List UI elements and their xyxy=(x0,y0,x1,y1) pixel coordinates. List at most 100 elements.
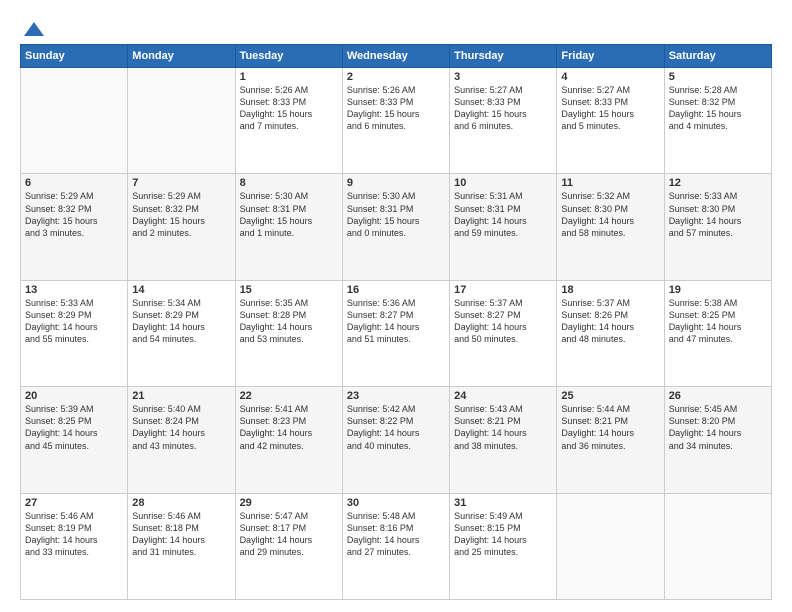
calendar-cell xyxy=(557,493,664,599)
day-number: 20 xyxy=(25,390,123,402)
calendar-body: 1Sunrise: 5:26 AM Sunset: 8:33 PM Daylig… xyxy=(21,68,772,600)
day-number: 29 xyxy=(240,497,338,509)
calendar-cell: 28Sunrise: 5:46 AM Sunset: 8:18 PM Dayli… xyxy=(128,493,235,599)
calendar-cell: 21Sunrise: 5:40 AM Sunset: 8:24 PM Dayli… xyxy=(128,387,235,493)
calendar-cell: 12Sunrise: 5:33 AM Sunset: 8:30 PM Dayli… xyxy=(664,174,771,280)
calendar-cell: 3Sunrise: 5:27 AM Sunset: 8:33 PM Daylig… xyxy=(450,68,557,174)
day-number: 18 xyxy=(561,284,659,296)
day-info: Sunrise: 5:27 AM Sunset: 8:33 PM Dayligh… xyxy=(561,84,659,133)
calendar-week-4: 20Sunrise: 5:39 AM Sunset: 8:25 PM Dayli… xyxy=(21,387,772,493)
calendar-cell: 8Sunrise: 5:30 AM Sunset: 8:31 PM Daylig… xyxy=(235,174,342,280)
day-number: 1 xyxy=(240,71,338,83)
day-info: Sunrise: 5:36 AM Sunset: 8:27 PM Dayligh… xyxy=(347,297,445,346)
calendar-week-5: 27Sunrise: 5:46 AM Sunset: 8:19 PM Dayli… xyxy=(21,493,772,599)
calendar-header: SundayMondayTuesdayWednesdayThursdayFrid… xyxy=(21,45,772,68)
calendar-cell: 20Sunrise: 5:39 AM Sunset: 8:25 PM Dayli… xyxy=(21,387,128,493)
day-info: Sunrise: 5:47 AM Sunset: 8:17 PM Dayligh… xyxy=(240,510,338,559)
day-info: Sunrise: 5:33 AM Sunset: 8:29 PM Dayligh… xyxy=(25,297,123,346)
day-number: 17 xyxy=(454,284,552,296)
calendar-cell: 19Sunrise: 5:38 AM Sunset: 8:25 PM Dayli… xyxy=(664,280,771,386)
calendar-cell: 7Sunrise: 5:29 AM Sunset: 8:32 PM Daylig… xyxy=(128,174,235,280)
weekday-header-wednesday: Wednesday xyxy=(342,45,449,68)
day-info: Sunrise: 5:46 AM Sunset: 8:19 PM Dayligh… xyxy=(25,510,123,559)
day-number: 13 xyxy=(25,284,123,296)
logo-blue-icon xyxy=(22,20,44,38)
day-number: 31 xyxy=(454,497,552,509)
calendar-cell: 10Sunrise: 5:31 AM Sunset: 8:31 PM Dayli… xyxy=(450,174,557,280)
logo xyxy=(20,18,44,34)
day-info: Sunrise: 5:49 AM Sunset: 8:15 PM Dayligh… xyxy=(454,510,552,559)
calendar-cell xyxy=(21,68,128,174)
day-info: Sunrise: 5:26 AM Sunset: 8:33 PM Dayligh… xyxy=(347,84,445,133)
day-number: 8 xyxy=(240,177,338,189)
day-info: Sunrise: 5:45 AM Sunset: 8:20 PM Dayligh… xyxy=(669,403,767,452)
day-info: Sunrise: 5:38 AM Sunset: 8:25 PM Dayligh… xyxy=(669,297,767,346)
day-info: Sunrise: 5:43 AM Sunset: 8:21 PM Dayligh… xyxy=(454,403,552,452)
calendar-week-3: 13Sunrise: 5:33 AM Sunset: 8:29 PM Dayli… xyxy=(21,280,772,386)
weekday-header-sunday: Sunday xyxy=(21,45,128,68)
day-info: Sunrise: 5:40 AM Sunset: 8:24 PM Dayligh… xyxy=(132,403,230,452)
day-number: 10 xyxy=(454,177,552,189)
day-info: Sunrise: 5:44 AM Sunset: 8:21 PM Dayligh… xyxy=(561,403,659,452)
day-number: 11 xyxy=(561,177,659,189)
calendar-cell: 26Sunrise: 5:45 AM Sunset: 8:20 PM Dayli… xyxy=(664,387,771,493)
day-number: 4 xyxy=(561,71,659,83)
day-number: 19 xyxy=(669,284,767,296)
calendar-cell: 24Sunrise: 5:43 AM Sunset: 8:21 PM Dayli… xyxy=(450,387,557,493)
weekday-header-row: SundayMondayTuesdayWednesdayThursdayFrid… xyxy=(21,45,772,68)
day-info: Sunrise: 5:27 AM Sunset: 8:33 PM Dayligh… xyxy=(454,84,552,133)
calendar-cell: 30Sunrise: 5:48 AM Sunset: 8:16 PM Dayli… xyxy=(342,493,449,599)
day-number: 24 xyxy=(454,390,552,402)
day-info: Sunrise: 5:41 AM Sunset: 8:23 PM Dayligh… xyxy=(240,403,338,452)
calendar-week-1: 1Sunrise: 5:26 AM Sunset: 8:33 PM Daylig… xyxy=(21,68,772,174)
day-number: 6 xyxy=(25,177,123,189)
day-info: Sunrise: 5:33 AM Sunset: 8:30 PM Dayligh… xyxy=(669,190,767,239)
calendar-cell: 18Sunrise: 5:37 AM Sunset: 8:26 PM Dayli… xyxy=(557,280,664,386)
day-info: Sunrise: 5:29 AM Sunset: 8:32 PM Dayligh… xyxy=(132,190,230,239)
calendar-cell: 16Sunrise: 5:36 AM Sunset: 8:27 PM Dayli… xyxy=(342,280,449,386)
day-info: Sunrise: 5:42 AM Sunset: 8:22 PM Dayligh… xyxy=(347,403,445,452)
weekday-header-saturday: Saturday xyxy=(664,45,771,68)
day-info: Sunrise: 5:37 AM Sunset: 8:26 PM Dayligh… xyxy=(561,297,659,346)
calendar-cell: 17Sunrise: 5:37 AM Sunset: 8:27 PM Dayli… xyxy=(450,280,557,386)
day-number: 3 xyxy=(454,71,552,83)
header xyxy=(20,18,772,34)
weekday-header-tuesday: Tuesday xyxy=(235,45,342,68)
calendar-cell: 14Sunrise: 5:34 AM Sunset: 8:29 PM Dayli… xyxy=(128,280,235,386)
day-number: 21 xyxy=(132,390,230,402)
calendar-cell: 22Sunrise: 5:41 AM Sunset: 8:23 PM Dayli… xyxy=(235,387,342,493)
day-info: Sunrise: 5:29 AM Sunset: 8:32 PM Dayligh… xyxy=(25,190,123,239)
calendar-cell: 5Sunrise: 5:28 AM Sunset: 8:32 PM Daylig… xyxy=(664,68,771,174)
day-number: 27 xyxy=(25,497,123,509)
calendar-cell: 11Sunrise: 5:32 AM Sunset: 8:30 PM Dayli… xyxy=(557,174,664,280)
day-info: Sunrise: 5:35 AM Sunset: 8:28 PM Dayligh… xyxy=(240,297,338,346)
calendar-cell: 6Sunrise: 5:29 AM Sunset: 8:32 PM Daylig… xyxy=(21,174,128,280)
calendar-cell: 2Sunrise: 5:26 AM Sunset: 8:33 PM Daylig… xyxy=(342,68,449,174)
day-info: Sunrise: 5:37 AM Sunset: 8:27 PM Dayligh… xyxy=(454,297,552,346)
day-number: 25 xyxy=(561,390,659,402)
day-number: 7 xyxy=(132,177,230,189)
calendar-cell: 25Sunrise: 5:44 AM Sunset: 8:21 PM Dayli… xyxy=(557,387,664,493)
calendar-cell: 23Sunrise: 5:42 AM Sunset: 8:22 PM Dayli… xyxy=(342,387,449,493)
calendar-cell: 29Sunrise: 5:47 AM Sunset: 8:17 PM Dayli… xyxy=(235,493,342,599)
day-number: 5 xyxy=(669,71,767,83)
day-info: Sunrise: 5:28 AM Sunset: 8:32 PM Dayligh… xyxy=(669,84,767,133)
weekday-header-friday: Friday xyxy=(557,45,664,68)
calendar-cell xyxy=(664,493,771,599)
calendar-cell: 1Sunrise: 5:26 AM Sunset: 8:33 PM Daylig… xyxy=(235,68,342,174)
weekday-header-monday: Monday xyxy=(128,45,235,68)
day-number: 22 xyxy=(240,390,338,402)
page: SundayMondayTuesdayWednesdayThursdayFrid… xyxy=(0,0,792,612)
day-number: 2 xyxy=(347,71,445,83)
day-info: Sunrise: 5:26 AM Sunset: 8:33 PM Dayligh… xyxy=(240,84,338,133)
day-number: 15 xyxy=(240,284,338,296)
day-number: 23 xyxy=(347,390,445,402)
day-number: 28 xyxy=(132,497,230,509)
day-number: 14 xyxy=(132,284,230,296)
calendar-table: SundayMondayTuesdayWednesdayThursdayFrid… xyxy=(20,44,772,600)
calendar-cell: 27Sunrise: 5:46 AM Sunset: 8:19 PM Dayli… xyxy=(21,493,128,599)
calendar-cell: 9Sunrise: 5:30 AM Sunset: 8:31 PM Daylig… xyxy=(342,174,449,280)
calendar-week-2: 6Sunrise: 5:29 AM Sunset: 8:32 PM Daylig… xyxy=(21,174,772,280)
calendar-cell: 15Sunrise: 5:35 AM Sunset: 8:28 PM Dayli… xyxy=(235,280,342,386)
day-info: Sunrise: 5:32 AM Sunset: 8:30 PM Dayligh… xyxy=(561,190,659,239)
